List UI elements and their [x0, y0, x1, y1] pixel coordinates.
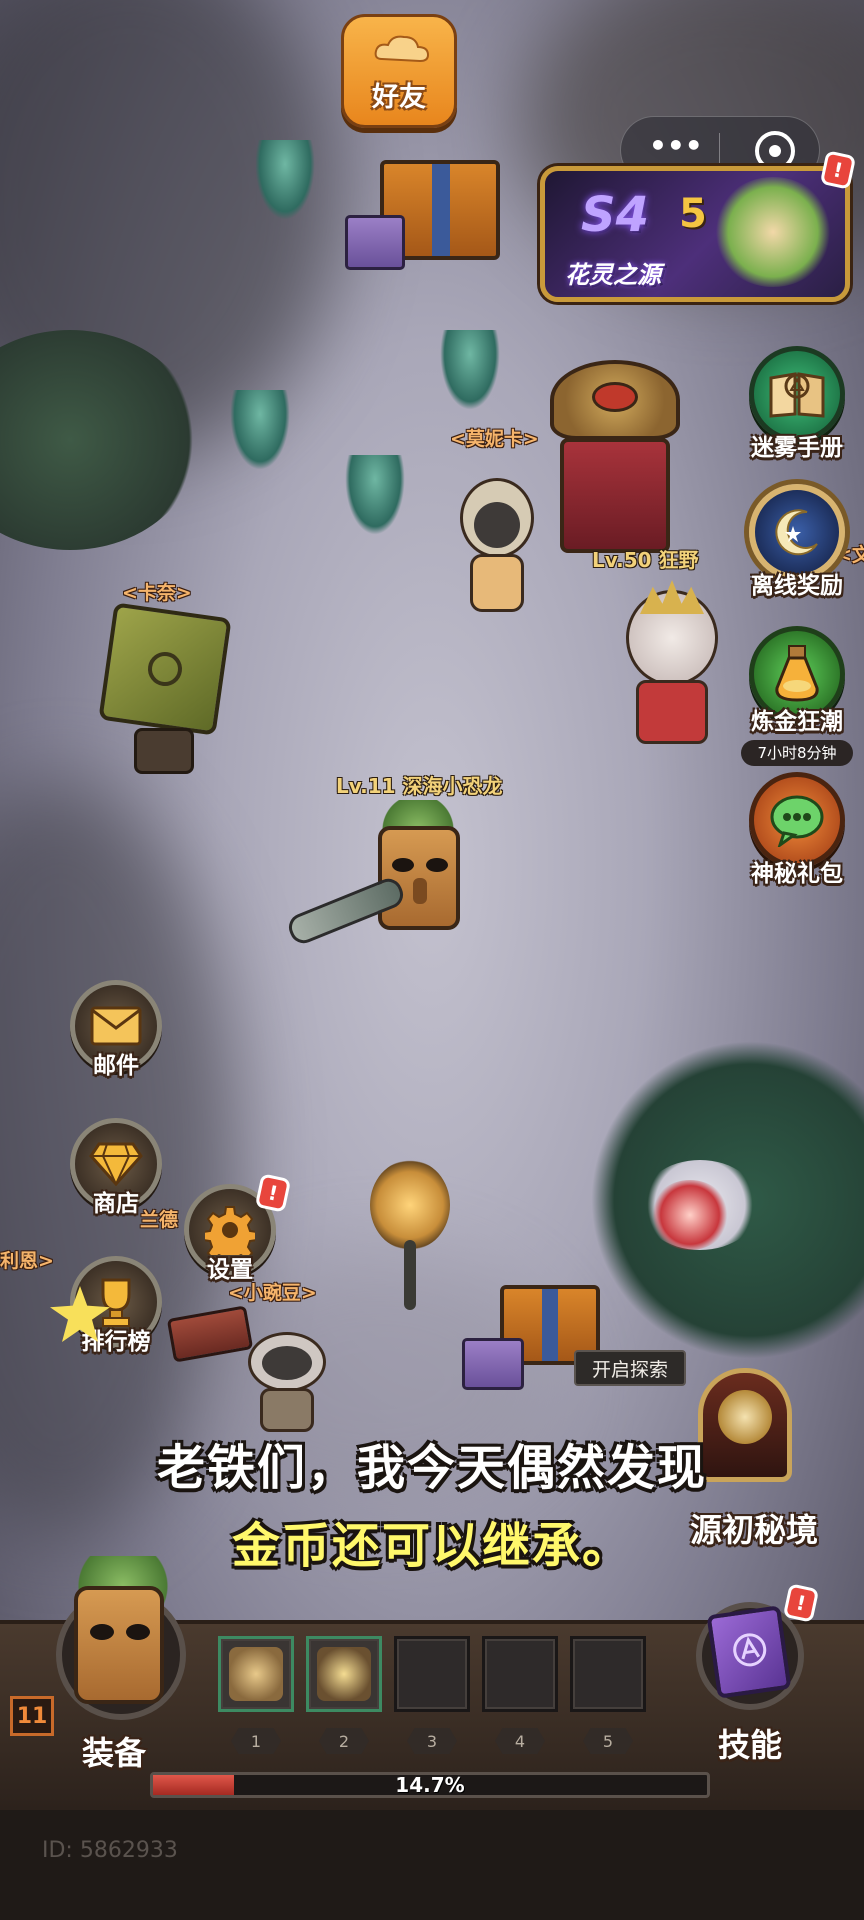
offline-reward-button[interactable]: 离线奖励	[738, 484, 856, 600]
chat-bubble-icon	[770, 795, 824, 847]
glowing-flower-plant[interactable]	[370, 1160, 450, 1320]
settings-button[interactable]: 设置 !	[180, 1173, 292, 1284]
mail-button[interactable]: 邮件	[66, 980, 166, 1080]
close-miniprogram-icon[interactable]	[755, 131, 795, 171]
moon-icon	[775, 509, 818, 556]
season-title: 花灵之源	[565, 261, 661, 289]
skill-icon-rock	[229, 1647, 283, 1701]
eye-shrine[interactable]	[540, 360, 690, 560]
subtitle-line-1: 老铁们，我今天偶然发现	[156, 1440, 707, 1496]
skill-slot-4[interactable]	[482, 1636, 558, 1712]
user-id: ID: 5862933	[42, 1838, 178, 1863]
gift-box-small[interactable]	[462, 1338, 524, 1390]
alert-badge: !	[782, 1583, 820, 1623]
slot-number: 4	[495, 1728, 545, 1754]
potion-icon	[775, 645, 819, 702]
player-name-self: Lv.11 深海小恐龙	[336, 774, 503, 798]
skill-slot-1[interactable]	[218, 1636, 294, 1712]
trophy-icon	[101, 1278, 131, 1327]
npc-name-kana: <卡奈>	[122, 582, 192, 604]
npc-name-lieen: 利恩>	[0, 1250, 54, 1272]
skill-label: 技能	[717, 1726, 782, 1764]
npc-name-monica: <莫妮卡>	[450, 428, 539, 450]
season-event-banner[interactable]: S4 5 花灵之源 !	[540, 150, 857, 302]
shop-label: 商店	[93, 1191, 139, 1217]
mail-label: 邮件	[93, 1053, 139, 1079]
exp-progress-text: 14.7%	[395, 1773, 465, 1797]
friends-label: 好友	[372, 82, 426, 113]
skill-slot-3[interactable]	[394, 1636, 470, 1712]
envelope-icon	[90, 1006, 142, 1046]
alert-badge: !	[254, 1173, 292, 1213]
footer-bar	[0, 1810, 864, 1920]
equipment-button[interactable]	[40, 1556, 200, 1720]
fog-handbook-button[interactable]: 迷雾手册	[738, 346, 856, 462]
skill-icon-moon	[317, 1647, 371, 1701]
equipment-label: 装备	[81, 1734, 146, 1772]
sprout-plant	[345, 455, 405, 535]
rune-icon	[733, 1633, 767, 1667]
red-flower	[650, 1180, 730, 1250]
slot-number: 2	[319, 1728, 369, 1754]
npc-xiaowandou[interactable]	[242, 1326, 332, 1436]
cloud-icon	[374, 35, 430, 63]
book-icon	[769, 372, 825, 418]
skill-slot-2[interactable]	[306, 1636, 382, 1712]
player-level-badge: 11	[10, 1696, 54, 1736]
sprout-plant	[440, 330, 500, 410]
mystery-gift-label: 神秘礼包	[751, 861, 843, 887]
player-other-avatar[interactable]	[606, 580, 736, 750]
slot-number: 5	[583, 1728, 633, 1754]
shop-button[interactable]: 商店	[66, 1118, 166, 1218]
gem-icon	[89, 1142, 143, 1186]
offline-reward-label: 离线奖励	[751, 573, 843, 599]
season-number: 5	[679, 191, 707, 237]
mystery-gift-button[interactable]: 神秘礼包	[738, 772, 856, 888]
slot-number: 3	[407, 1728, 457, 1754]
season-label: S4	[581, 187, 649, 243]
player-self-avatar[interactable]	[284, 800, 486, 970]
friends-button[interactable]: 好友	[341, 14, 457, 128]
gear-icon	[205, 1206, 255, 1255]
npc-kana-cube[interactable]	[98, 602, 232, 780]
elf-character-art	[713, 177, 833, 287]
more-menu-icon[interactable]: •••	[649, 129, 703, 162]
slot-number: 1	[231, 1728, 281, 1754]
gift-box-small[interactable]	[345, 215, 405, 270]
game-scene[interactable]: 好友 ••• S4 5 花灵之源 ! <莫妮卡> <卡奈> <文 Lv.50 狂…	[0, 0, 864, 1920]
alchemy-rush-label: 炼金狂潮	[751, 709, 843, 735]
explore-tag[interactable]: 开启探索	[574, 1350, 686, 1386]
fog-handbook-label: 迷雾手册	[751, 435, 843, 461]
sprout-plant	[255, 140, 315, 220]
alchemy-timer: 7小时8分钟	[741, 740, 853, 766]
settings-label: 设置	[207, 1257, 253, 1283]
npc-monica[interactable]	[452, 478, 542, 618]
player-name-other: Lv.50 狂野	[592, 548, 699, 572]
sprout-plant	[230, 390, 290, 470]
skill-slot-5[interactable]	[570, 1636, 646, 1712]
alchemy-rush-button[interactable]: 炼金狂潮 7小时8分钟	[738, 626, 856, 766]
exp-progress-bar: 14.7%	[150, 1772, 710, 1798]
